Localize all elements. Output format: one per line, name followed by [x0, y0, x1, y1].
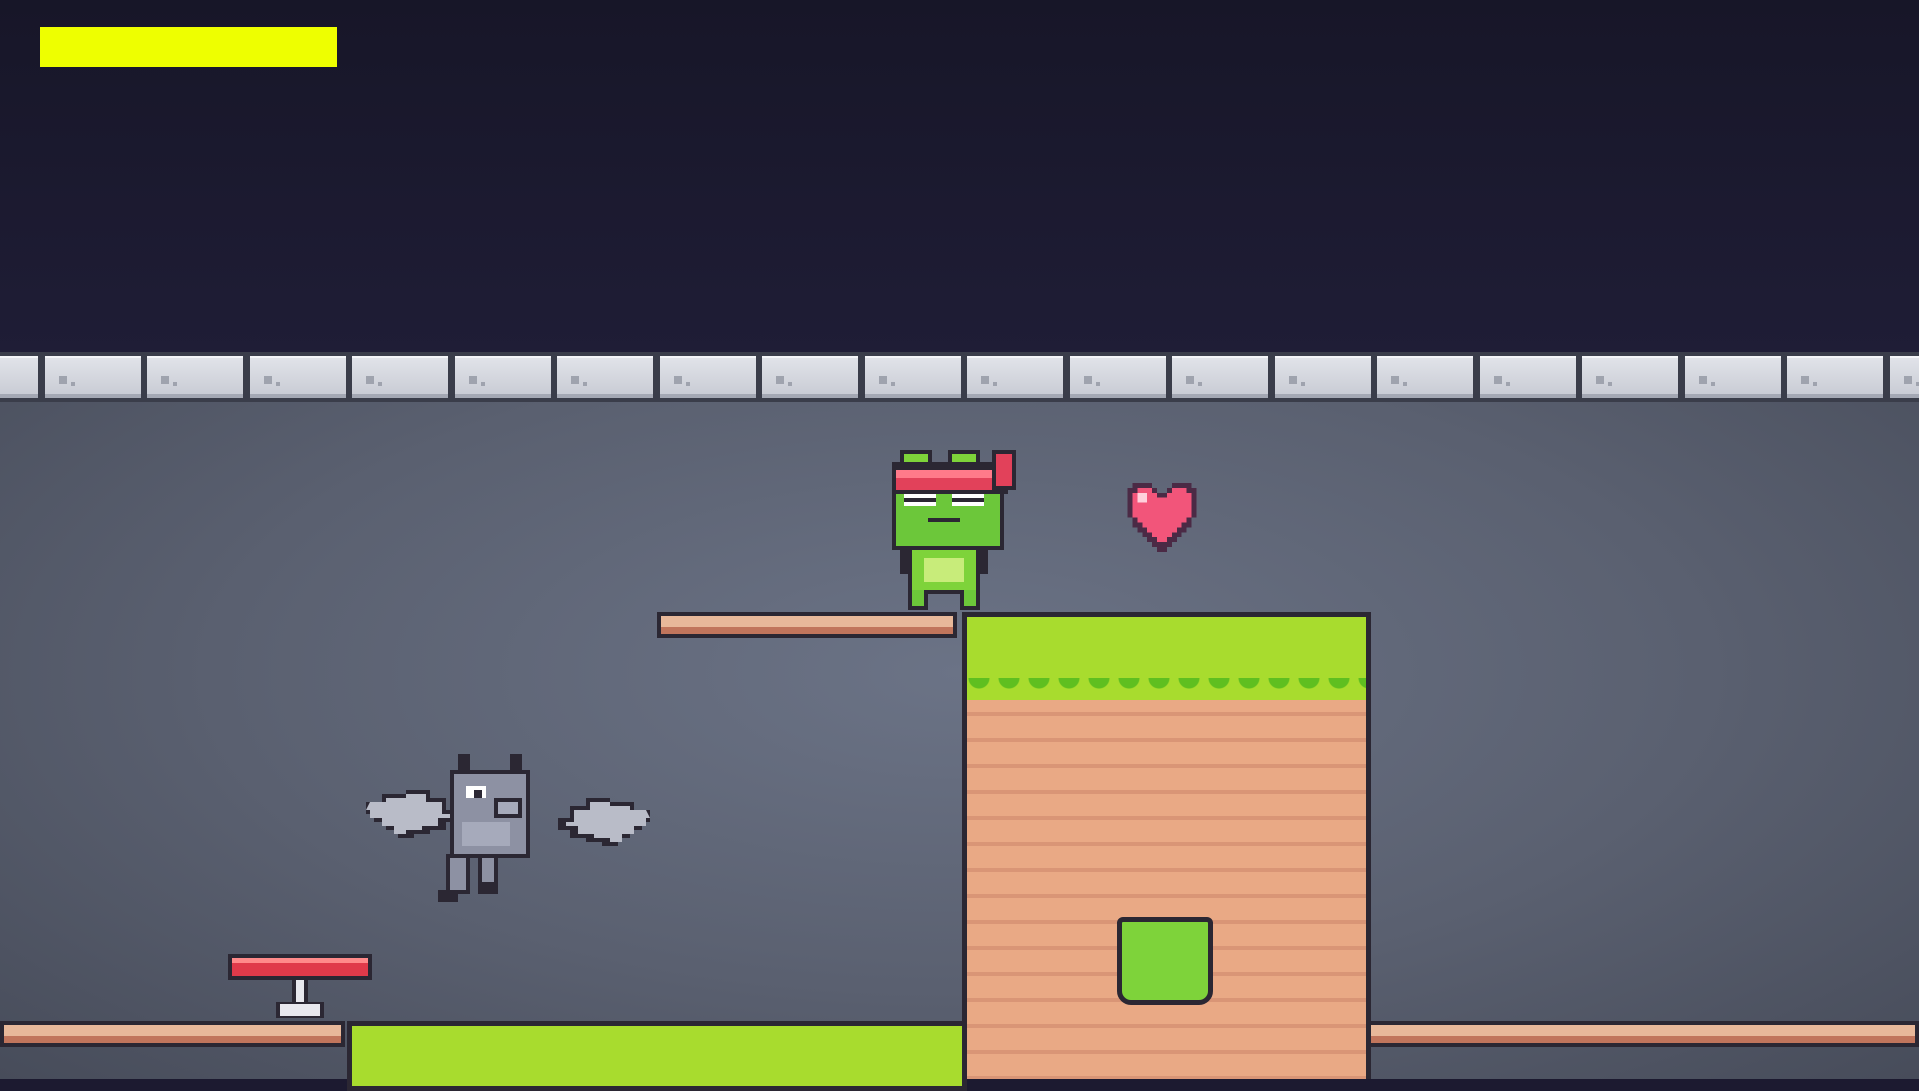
- stone-tile: [762, 356, 858, 398]
- stone-tile: [1172, 356, 1268, 398]
- health-bar: [40, 27, 337, 67]
- stone-tile: [1070, 356, 1166, 398]
- stone-tile: [1582, 356, 1678, 398]
- stone-ceiling: [0, 352, 1919, 402]
- stone-tile: [1787, 356, 1883, 398]
- stone-tile: [0, 356, 38, 398]
- floor-platform-left: [0, 1021, 345, 1047]
- stone-tile: [1890, 356, 1919, 398]
- pillar-grass-top: [967, 612, 1366, 700]
- stone-tile: [455, 356, 551, 398]
- floating-platform: [657, 612, 957, 638]
- heart-icon[interactable]: [1122, 478, 1202, 552]
- health-bar-fill: [40, 27, 337, 67]
- stone-tile: [1480, 356, 1576, 398]
- stone-tile: [557, 356, 653, 398]
- grass-ground: [347, 1021, 967, 1091]
- stone-tile: [865, 356, 961, 398]
- stone-tile: [147, 356, 243, 398]
- enemy-gray-bat: [358, 750, 658, 910]
- small-grass-tile: [1117, 917, 1213, 1005]
- stone-tile: [1275, 356, 1371, 398]
- stone-tile: [1377, 356, 1473, 398]
- stone-tile: [45, 356, 141, 398]
- stone-tile: [660, 356, 756, 398]
- player-ninja-frog: [888, 450, 1036, 610]
- stone-tile: [352, 356, 448, 398]
- stone-tile: [250, 356, 346, 398]
- spring-trampoline: [226, 950, 374, 1020]
- stone-tile: [967, 356, 1063, 398]
- dirt-pillar: [962, 612, 1371, 1079]
- floor-platform-right: [1365, 1021, 1919, 1047]
- stone-tile: [1685, 356, 1781, 398]
